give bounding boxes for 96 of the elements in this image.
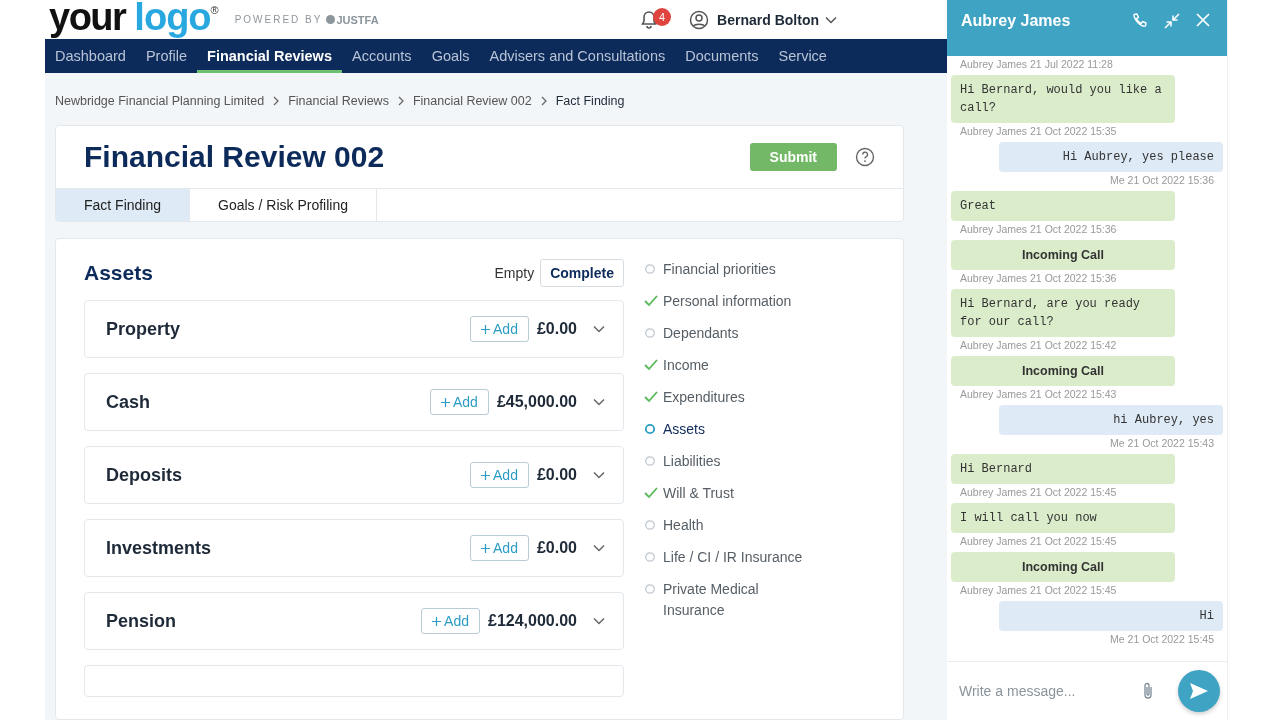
message-meta: Aubrey James 21 Jul 2022 11:28 [960, 58, 1114, 70]
plus-icon [481, 543, 491, 553]
asset-total: £0.00 [536, 466, 577, 484]
chevron-down-icon[interactable] [593, 325, 605, 333]
chevron-down-icon[interactable] [593, 398, 605, 406]
nav-tab[interactable]: Accounts [341, 39, 422, 73]
nav-tab[interactable]: Financial Reviews [197, 39, 342, 73]
logo-text: logo [134, 0, 211, 39]
nav-tab[interactable]: Goals [421, 39, 480, 73]
message-meta: Me 21 Oct 2022 15:45 [1110, 633, 1214, 645]
message-meta: Aubrey James 21 Oct 2022 15:45 [960, 486, 1118, 498]
chevron-down-icon[interactable] [593, 471, 605, 479]
plus-icon [481, 324, 491, 334]
asset-name: Pension [106, 610, 177, 632]
checklist-item[interactable]: Health [663, 515, 704, 536]
tab[interactable]: Fact Finding [56, 189, 191, 221]
user-icon [689, 9, 710, 30]
page-title: Financial Review 002 [84, 140, 386, 174]
call-notice: Incoming Call [951, 240, 1175, 270]
message-meta: Aubrey James 21 Oct 2022 15:45 [960, 535, 1118, 547]
caret-icon [825, 15, 837, 24]
message-bubble: Hi [999, 601, 1223, 631]
nav-tab[interactable]: Profile [135, 39, 198, 73]
nav-tab[interactable]: Dashboard [45, 39, 136, 73]
breadcrumb-link[interactable]: Financial Review 002 [412, 94, 532, 108]
complete-button[interactable]: Complete [540, 259, 624, 287]
nav-tab[interactable]: Service [768, 39, 837, 73]
chevron-right-icon [539, 96, 548, 106]
asset-total: £0.00 [536, 539, 577, 557]
checklist-item[interactable]: Dependants [663, 323, 739, 344]
checklist-item[interactable]: Financial priorities [663, 259, 776, 280]
status-label: Empty [494, 265, 535, 281]
message-bubble: Hi Bernard [951, 454, 1175, 484]
plus-icon [441, 397, 450, 407]
checklist-item[interactable]: Personal information [663, 291, 792, 312]
asset-section-card[interactable]: Pension Add £124,000.00 [84, 592, 624, 650]
nav-tab[interactable]: Documents [675, 39, 769, 73]
plus-icon [481, 470, 491, 480]
powered-by-label: POWERED BY [234, 14, 323, 25]
breadcrumb-link[interactable]: Financial Reviews [288, 94, 389, 108]
brand-name: JUSTFA [336, 13, 379, 26]
asset-total: £0.00 [536, 320, 577, 338]
message-meta: Me 21 Oct 2022 15:43 [1110, 437, 1214, 449]
logo-text: your [49, 0, 126, 39]
message-bubble: Hi Bernard, are you ready for our call? [951, 289, 1175, 337]
message-meta: Aubrey James 21 Oct 2022 15:42 [960, 339, 1118, 351]
help-icon[interactable] [855, 147, 875, 167]
checklist-item[interactable]: Private Medical Insurance [663, 579, 824, 621]
message-meta: Aubrey James 21 Oct 2022 15:36 [960, 272, 1118, 284]
asset-section-card[interactable]: Investments Add £0.00 [84, 519, 624, 577]
message-meta: Aubrey James 21 Oct 2022 15:45 [960, 584, 1118, 596]
chevron-right-icon [272, 96, 281, 106]
chevron-down-icon[interactable] [593, 617, 605, 625]
checklist-item[interactable]: Income [663, 355, 709, 376]
call-notice: Incoming Call [951, 552, 1175, 582]
checklist-item[interactable]: Assets [663, 419, 705, 440]
section-title: Assets [84, 261, 154, 285]
checklist-item[interactable]: Life / CI / IR Insurance [663, 547, 803, 568]
message-bubble: Hi Aubrey, yes please [999, 142, 1223, 172]
breadcrumb-link[interactable]: Newbridge Financial Planning Limited [55, 94, 265, 108]
phone-icon[interactable] [1131, 12, 1149, 30]
message-bubble: Great [951, 191, 1175, 221]
chat-title: Aubrey James [961, 12, 1072, 30]
message-bubble: I will call you now [951, 503, 1175, 533]
message-meta: Aubrey James 21 Oct 2022 15:43 [960, 388, 1118, 400]
asset-total: £124,000.00 [488, 612, 577, 630]
chevron-right-icon [396, 96, 405, 106]
plus-icon [432, 616, 442, 626]
nav-tab[interactable]: Advisers and Consultations [479, 39, 676, 73]
collapse-icon[interactable] [1163, 12, 1181, 30]
user-menu-button[interactable]: Bernard Bolton [717, 11, 837, 28]
checklist-item[interactable]: Expenditures [663, 387, 745, 408]
checklist-item[interactable]: Liabilities [663, 451, 721, 472]
message-bubble: hi Aubrey, yes [999, 405, 1223, 435]
notification-badge: 4 [653, 8, 671, 26]
checklist-item[interactable]: Will & Trust [663, 483, 734, 504]
paperclip-icon[interactable] [1142, 681, 1154, 701]
call-notice: Incoming Call [951, 356, 1175, 386]
message-bubble: Hi Bernard, would you like a call? [951, 75, 1175, 123]
asset-section-card[interactable]: Property Add £0.00 [84, 300, 624, 358]
asset-section-card[interactable]: Deposits Add £0.00 [84, 446, 624, 504]
asset-total: £45,000.00 [496, 393, 577, 411]
asset-section-card[interactable]: Cash Add £45,000.00 [84, 373, 624, 431]
asset-name: Property [106, 318, 182, 340]
close-icon[interactable] [1195, 12, 1211, 28]
asset-name: Cash [106, 391, 151, 413]
brand-dot-icon [326, 15, 336, 24]
chevron-down-icon[interactable] [593, 544, 605, 552]
registered-mark: ® [210, 4, 219, 16]
message-meta: Me 21 Oct 2022 15:36 [1110, 174, 1214, 186]
asset-name: Deposits [106, 464, 184, 486]
message-meta: Aubrey James 21 Oct 2022 15:35 [960, 125, 1118, 137]
message-meta: Aubrey James 21 Oct 2022 15:36 [960, 223, 1118, 235]
asset-name: Investments [106, 537, 213, 559]
send-icon [1189, 682, 1209, 700]
send-button[interactable] [1178, 670, 1220, 712]
